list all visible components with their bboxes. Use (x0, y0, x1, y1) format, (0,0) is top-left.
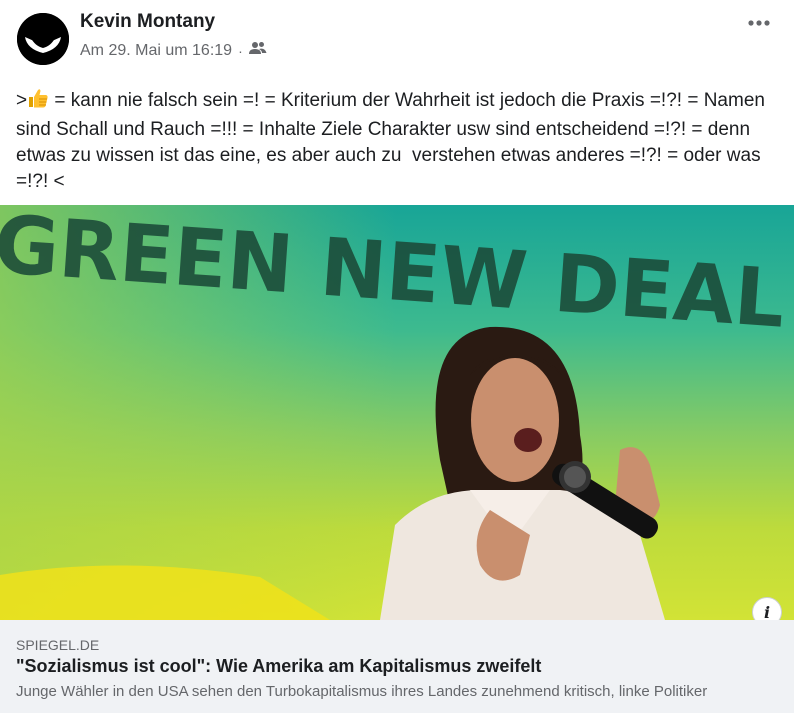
friends-icon (248, 41, 267, 60)
link-info: SPIEGEL.DE "Sozialismus ist cool": Wie A… (0, 620, 794, 713)
post-timestamp[interactable]: Am 29. Mai um 16:19 (80, 42, 232, 60)
article-photo: GREEN NEW DEAL (0, 205, 794, 620)
meta-separator: · (238, 42, 243, 59)
post-text-body: = kann nie falsch sein =! = Kriterium de… (16, 90, 771, 192)
post-text-prefix: > (16, 90, 28, 111)
link-preview-image: GREEN NEW DEAL i (0, 205, 794, 620)
author-name[interactable]: Kevin Montany (80, 11, 215, 33)
post-meta: Am 29. Mai um 16:19 · (80, 41, 267, 60)
link-title[interactable]: "Sozialismus ist cool": Wie Amerika am K… (16, 656, 786, 677)
more-options-button[interactable] (742, 12, 776, 34)
link-domain: SPIEGEL.DE (16, 637, 100, 653)
thumbs-up-emoji-icon (27, 87, 49, 117)
post-text: > = kann nie falsch sein =! = Kriterium … (16, 87, 786, 195)
profile-avatar[interactable] (17, 13, 69, 65)
more-horizontal-icon (748, 20, 770, 26)
feed-post: Kevin Montany Am 29. Mai um 16:19 · > = … (0, 0, 794, 713)
avatar-logo-icon (17, 13, 69, 65)
link-preview-card[interactable]: GREEN NEW DEAL i SPIEGEL.DE "Sozialismus… (0, 205, 794, 713)
link-description: Junge Wähler in den USA sehen den Turbok… (16, 683, 708, 700)
info-button[interactable]: i (752, 597, 782, 620)
